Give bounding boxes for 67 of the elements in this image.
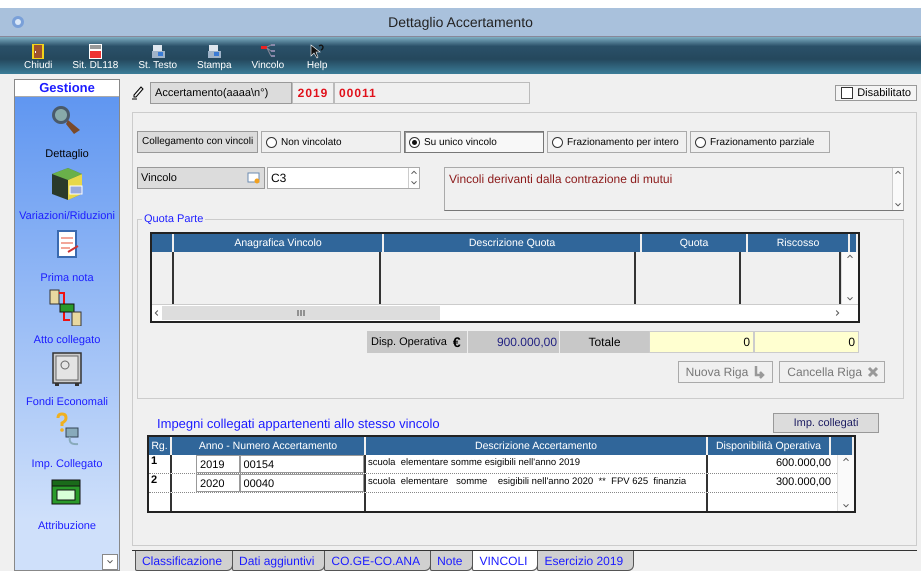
tab[interactable]: Note (430, 551, 474, 571)
table-cell-text: 600.000,00 (774, 456, 831, 471)
amount-field: 900.000,00 (467, 331, 559, 353)
tab[interactable]: Esercizio 2019 (537, 551, 634, 571)
lookup-icon[interactable] (247, 172, 261, 184)
year-field[interactable]: 2019 (292, 82, 334, 104)
scroll-down-button[interactable] (102, 554, 118, 570)
horizontal-scrollbar[interactable] (152, 304, 858, 321)
toolbar-button[interactable]: Help (298, 43, 336, 74)
toolbar-icon (309, 43, 326, 59)
table-cell: 00040 (240, 474, 364, 492)
toolbar-button[interactable]: St. Testo (132, 43, 184, 74)
toolbar-icon (87, 43, 104, 59)
currency-symbol: € (452, 334, 461, 350)
radio-option[interactable]: Frazionamento parziale (690, 131, 830, 153)
sidebar-title: Gestione (15, 80, 119, 97)
window-title: Dettaglio Accertamento (387, 14, 534, 30)
sidebar-item[interactable]: Prima nota (40, 226, 94, 284)
description-text: Vincoli derivanti dalla contrazione di mutui (449, 172, 672, 188)
toolbar-icon (206, 43, 222, 59)
total-field: 0 (754, 331, 859, 353)
close-icon (867, 366, 879, 378)
total-field: 0 (649, 331, 754, 353)
number-field[interactable]: 00011 (334, 82, 530, 104)
vertical-scrollbar[interactable] (841, 252, 858, 304)
field-label: Collegamento con vincoli (137, 131, 258, 153)
toolbar-button[interactable]: Vincolo (246, 43, 290, 74)
vincolo-field[interactable]: C3 (267, 167, 420, 189)
tab[interactable]: Dati aggiuntivi (232, 551, 326, 571)
toolbar-button[interactable]: Sit. DL118 (66, 43, 124, 74)
toolbar-button[interactable]: Stampa (191, 43, 238, 74)
table-cell: 00154 (240, 455, 364, 473)
column-header[interactable]: Quota (642, 234, 748, 252)
tab[interactable]: VINCOLI (472, 551, 538, 571)
table-cell: 2020 (196, 474, 240, 492)
tab[interactable]: Classificazione (135, 551, 234, 571)
toolbar-icon (150, 43, 166, 59)
tab[interactable]: CO.GE-CO.ANA (324, 551, 432, 571)
sidebar-item[interactable]: Attribuzione (38, 474, 96, 532)
radio-option[interactable]: Su unico vincolo (404, 131, 544, 153)
field-value: C3 (271, 171, 286, 185)
sidebar-item[interactable]: Atto collegato (34, 288, 100, 346)
toolbar-icon (260, 43, 276, 59)
section-title: Impegni collegati appartenenti allo stesso vincolo (157, 416, 440, 433)
table-cell: 2019 (196, 455, 240, 473)
vertical-scrollbar[interactable] (837, 455, 854, 511)
field-label: Accertamento(aaaa\n°) (150, 82, 292, 104)
radio-option[interactable]: Frazionamento per intero (547, 131, 687, 153)
sidebar-item[interactable]: Dettaglio (45, 102, 89, 160)
pen-icon (132, 86, 144, 100)
column-header[interactable]: Descrizione Quota (384, 234, 642, 252)
toolbar-button[interactable]: Chiudi (18, 43, 58, 74)
imp-collegati-button[interactable]: Imp. collegati (773, 413, 879, 433)
grip-icon (297, 310, 305, 316)
sidebar-item[interactable]: Variazioni/Riduzioni (19, 164, 115, 222)
sidebar-item[interactable]: Fondi Economali (26, 350, 108, 408)
arrow-icon (753, 365, 768, 379)
field-label: Totale (559, 331, 649, 353)
field-label-text: Disp. Operativa (371, 336, 447, 348)
sidebar-item[interactable]: Imp. Collegato (32, 412, 102, 470)
table-cell-text: 300.000,00 (774, 475, 831, 490)
radio-option[interactable]: Non vincolato (261, 131, 401, 153)
toolbar-icon (30, 43, 46, 59)
column-header[interactable]: Anagrafica Vincolo (174, 234, 384, 252)
field-label-text: Vincolo (141, 172, 177, 184)
group-title: Quota Parte (142, 213, 206, 225)
app-icon (10, 14, 26, 30)
